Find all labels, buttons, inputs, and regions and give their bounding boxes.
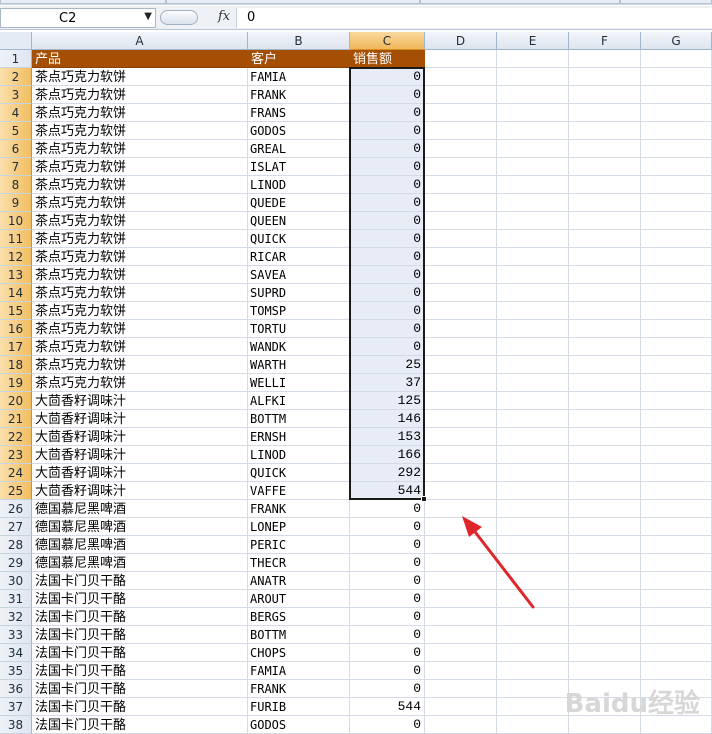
watermark-text: Baidu经验 xyxy=(564,689,700,719)
baidu-watermark: Baidu经验 xyxy=(565,683,700,720)
annotation-arrow-icon xyxy=(462,516,535,609)
